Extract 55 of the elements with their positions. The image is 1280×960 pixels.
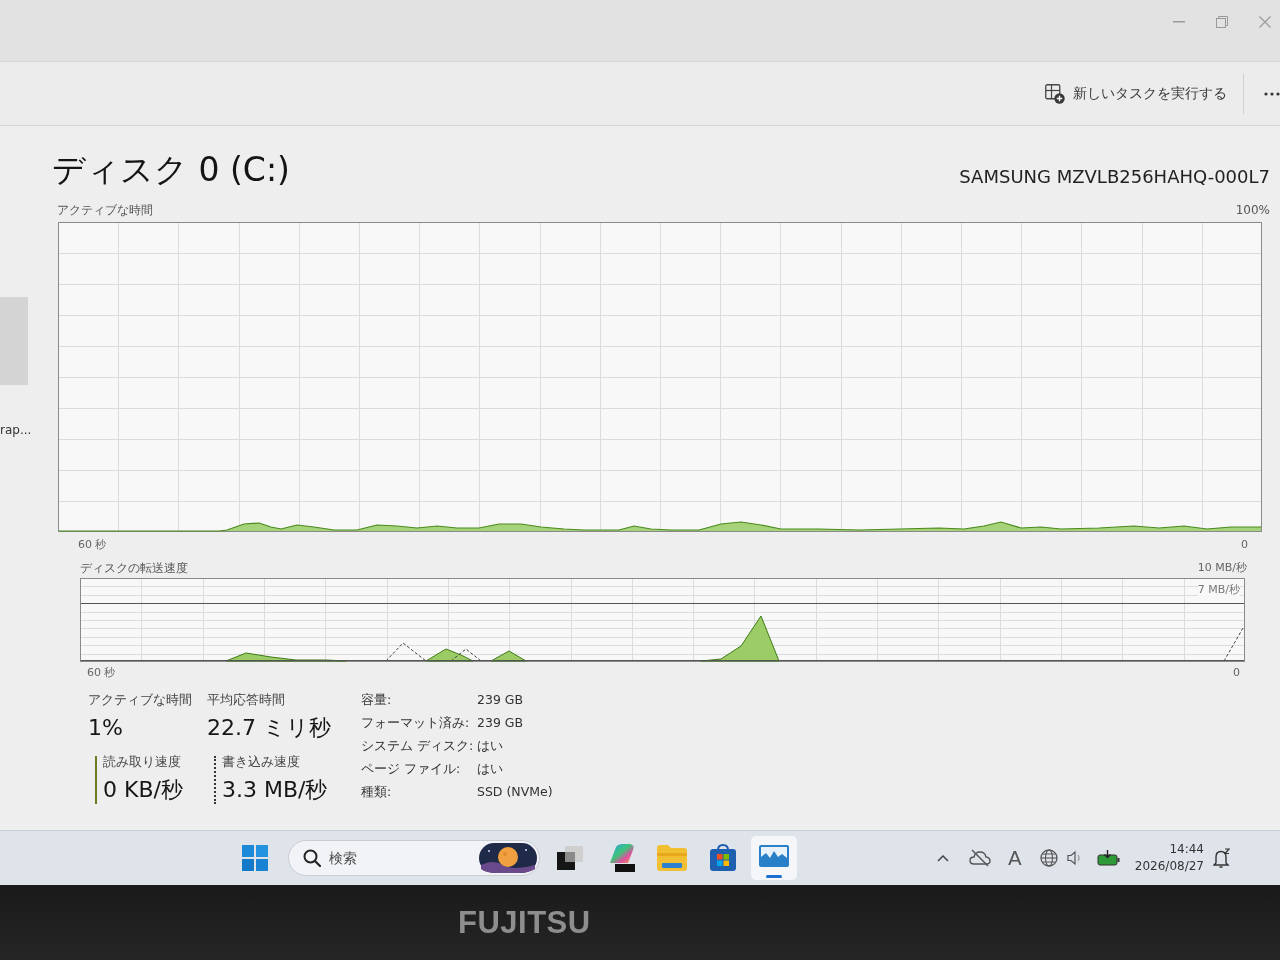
overlapping-squares-icon xyxy=(557,846,583,870)
solid-line-icon xyxy=(95,756,97,804)
property-value: はい xyxy=(477,738,504,754)
cloud-off-icon xyxy=(968,849,991,867)
metric-label: アクティブな時間 xyxy=(88,692,192,708)
graph-label: ディスクの転送速度 xyxy=(80,560,188,576)
metric-label: 読み取り速度 xyxy=(103,754,182,770)
window-plus-icon xyxy=(1045,83,1065,104)
close-icon xyxy=(1259,16,1271,28)
metric-value: 3.3 MB/秒 xyxy=(222,776,328,804)
metric-value: 22.7 ミリ秒 xyxy=(207,714,331,742)
speaker-icon xyxy=(1066,850,1083,866)
brand-logo: FUJITSU xyxy=(458,904,591,941)
folder-icon xyxy=(657,845,687,871)
start-button[interactable] xyxy=(240,843,270,873)
property-value: 239 GB xyxy=(477,715,525,731)
more-icon xyxy=(1264,91,1280,96)
moon-landscape-icon xyxy=(479,843,537,873)
clock[interactable]: 14:44 2026/08/27 xyxy=(1134,841,1204,875)
graph-min-label: 0 xyxy=(1233,666,1240,680)
time-span-label: 60 秒 xyxy=(78,538,107,552)
graph-max-label: 10 MB/秒 xyxy=(1197,561,1247,575)
run-new-task-button[interactable]: 新しいタスクを実行する xyxy=(1041,77,1231,110)
graph-max-label: 100% xyxy=(1235,202,1270,218)
property-label: 容量: xyxy=(361,692,393,708)
property-value: SSD (NVMe) xyxy=(477,784,553,800)
battery-charging-icon xyxy=(1096,850,1121,866)
disk-title: ディスク 0 (C:) xyxy=(52,148,290,191)
sidebar-item[interactable]: rap... xyxy=(0,423,40,437)
property-value: はい xyxy=(477,761,504,777)
property-label: 種類: xyxy=(361,784,393,800)
property-label: ページ ファイル: xyxy=(361,761,462,777)
metric-label: 平均応答時間 xyxy=(207,692,286,708)
shopping-bag-icon xyxy=(709,844,737,872)
dotted-line-icon xyxy=(214,756,216,804)
disk-model: SAMSUNG MZVLB256HAHQ-000L7 xyxy=(959,164,1270,187)
search-icon xyxy=(303,849,321,867)
property-label: フォーマット済み: xyxy=(361,715,471,731)
metric-label: 書き込み速度 xyxy=(222,754,301,770)
input-mode-indicator[interactable]: A xyxy=(1002,842,1027,874)
search-input[interactable]: 検索 xyxy=(329,844,471,872)
windows-logo-icon xyxy=(242,845,268,871)
search-field[interactable]: 検索 xyxy=(288,840,540,876)
bell-icon xyxy=(1213,848,1231,868)
time-span-label: 60 秒 xyxy=(87,666,116,680)
property-value: 239 GB xyxy=(477,692,525,708)
graph-label: アクティブな時間 xyxy=(57,202,153,218)
metric-value: 0 KB/秒 xyxy=(103,776,183,804)
globe-icon xyxy=(1039,849,1058,867)
restore-icon xyxy=(1216,16,1228,28)
graph-min-label: 0 xyxy=(1241,538,1248,552)
property-label: システム ディスク: xyxy=(361,738,475,754)
minimize-icon xyxy=(1173,21,1185,23)
chevron-up-icon xyxy=(936,854,949,862)
metric-value: 1% xyxy=(88,714,124,742)
